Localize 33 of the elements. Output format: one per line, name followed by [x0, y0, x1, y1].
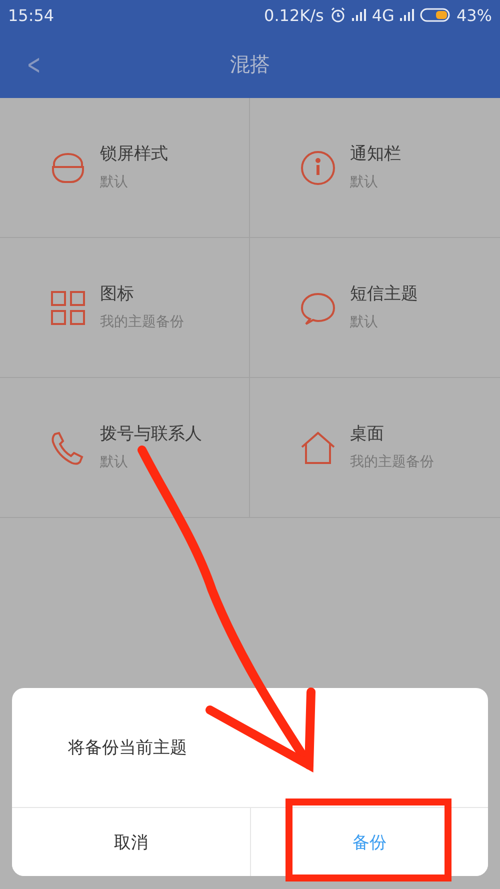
mix-item[interactable]: 锁屏样式 默认 [0, 98, 250, 238]
mix-item[interactable]: 通知栏 默认 [250, 98, 500, 238]
item-title: 通知栏 [350, 143, 401, 165]
phone-icon [50, 430, 86, 466]
mix-item[interactable]: 短信主题 默认 [250, 238, 500, 378]
signal-icon [400, 9, 414, 21]
item-title: 图标 [100, 283, 135, 305]
item-title: 锁屏样式 [100, 143, 168, 165]
item-title: 拨号与联系人 [100, 423, 202, 445]
item-value: 我的主题备份 [350, 453, 434, 471]
item-title: 桌面 [350, 423, 385, 445]
item-value: 我的主题备份 [100, 313, 184, 331]
info-icon [300, 150, 336, 186]
page-title: 混搭 [230, 50, 270, 78]
status-time: 15:54 [8, 6, 54, 24]
mix-item[interactable]: 桌面 我的主题备份 [250, 378, 500, 518]
network-type: 4G [372, 6, 394, 24]
battery-percent: 43% [456, 6, 492, 24]
mix-item[interactable]: 拨号与联系人 默认 [0, 378, 250, 518]
signal-icon [352, 9, 366, 21]
dialog-message: 将备份当前主题 [67, 737, 188, 760]
mix-item[interactable]: 图标 我的主题备份 [0, 238, 250, 378]
item-value: 默认 [350, 313, 379, 331]
network-speed: 0.12K/s [264, 6, 324, 24]
item-value: 默认 [100, 173, 129, 191]
battery-icon [420, 8, 450, 22]
grid-icon [50, 290, 86, 326]
home-icon [300, 430, 336, 466]
item-value: 默认 [100, 453, 129, 471]
backup-button[interactable]: 备份 [250, 808, 488, 876]
item-title: 短信主题 [350, 283, 418, 305]
alarm-icon [330, 7, 346, 23]
item-value: 默认 [350, 173, 379, 191]
